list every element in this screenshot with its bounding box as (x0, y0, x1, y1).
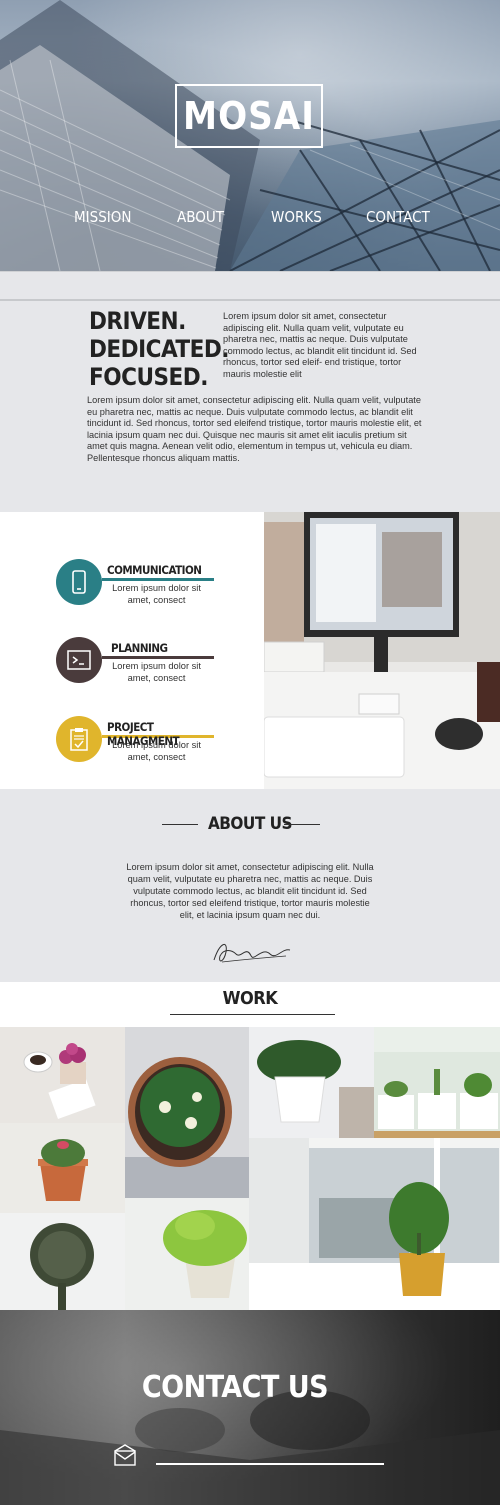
service-planning: PLANNING Lorem ipsum dolor sit amet, con… (56, 637, 221, 685)
service-desc: Lorem ipsum dolor sit amet, consect (112, 740, 201, 762)
tagline-line-3: FOCUSED. (89, 363, 208, 391)
nav-about[interactable]: ABOUT (177, 208, 224, 226)
service-icon-circle (56, 637, 102, 683)
tagline: DRIVEN. DEDICATED. FOCUSED. (89, 307, 229, 391)
service-communication: COMMUNICATION Lorem ipsum dolor sit amet… (56, 559, 221, 607)
clipboard-icon (70, 728, 88, 751)
work-header: WORK (0, 982, 500, 1027)
gallery-tile[interactable] (249, 1138, 500, 1310)
work-gallery (0, 1027, 500, 1310)
service-project-management: PROJECT MANAGMENT Lorem ipsum dolor sit … (56, 716, 221, 764)
intro-short-text: Lorem ipsum dolor sit amet, consectetur … (223, 311, 417, 379)
laptop-illustration (0, 1390, 500, 1505)
contact-section: CONTACT US (0, 1310, 500, 1505)
tagline-line-2: DEDICATED. (89, 335, 229, 363)
service-desc: Lorem ipsum dolor sit amet, consect (112, 583, 201, 605)
hero-banner: MOSAI MISSION ABOUT WORKS CONTACT (0, 0, 500, 271)
service-rule (102, 578, 214, 581)
about-section: ABOUT US Lorem ipsum dolor sit amet, con… (0, 789, 500, 982)
tagline-line-1: DRIVEN. (89, 307, 186, 335)
gallery-tile[interactable] (125, 1027, 249, 1198)
terminal-icon (67, 650, 91, 670)
main-nav: MISSION ABOUT WORKS CONTACT (0, 208, 500, 230)
logo[interactable]: MOSAI (175, 84, 323, 148)
gallery-tile[interactable] (374, 1027, 500, 1138)
gallery-tile[interactable] (0, 1213, 125, 1310)
nav-contact[interactable]: CONTACT (366, 208, 430, 226)
nav-mission[interactable]: MISSION (74, 208, 131, 226)
gallery-tile[interactable] (125, 1198, 249, 1310)
about-title: ABOUT US (207, 814, 293, 834)
about-text: Lorem ipsum dolor sit amet, consectetur … (126, 862, 374, 920)
gallery-tile[interactable] (249, 1027, 374, 1138)
service-desc: Lorem ipsum dolor sit amet, consect (112, 661, 201, 683)
service-title: PLANNING (111, 641, 168, 655)
services-section: COMMUNICATION Lorem ipsum dolor sit amet… (0, 512, 500, 789)
intro-section: DRIVEN. DEDICATED. FOCUSED. Lorem ipsum … (0, 271, 500, 512)
service-icon-circle (56, 716, 102, 762)
logo-text: MOSAI (183, 94, 315, 138)
mail-icon[interactable] (114, 1444, 136, 1466)
work-title: WORK (222, 988, 278, 1009)
signature-image (213, 944, 291, 963)
service-icon-circle (56, 559, 102, 605)
contact-title: CONTACT US (141, 1370, 329, 1405)
title-line-right (284, 824, 320, 825)
section-divider (0, 299, 500, 301)
work-underline (170, 1014, 335, 1015)
gallery-tile[interactable] (0, 1123, 125, 1213)
contact-input-line[interactable] (156, 1463, 384, 1465)
workspace-photo (264, 512, 500, 789)
workspace-illustration (264, 512, 500, 789)
service-rule (102, 656, 214, 659)
intro-long-text: Lorem ipsum dolor sit amet, consectetur … (87, 395, 422, 463)
service-title: COMMUNICATION (107, 563, 202, 577)
gallery-tile[interactable] (0, 1027, 125, 1123)
nav-works[interactable]: WORKS (271, 208, 322, 226)
phone-icon (72, 570, 86, 594)
